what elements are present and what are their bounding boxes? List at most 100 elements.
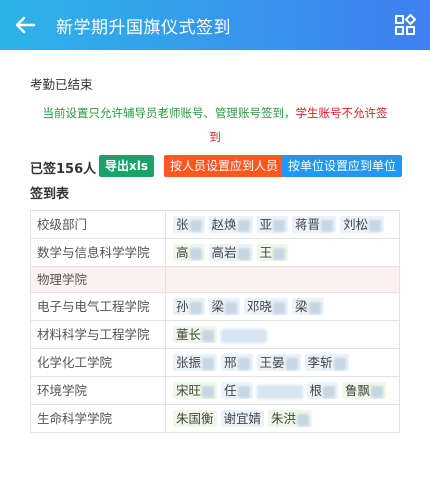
table-row: 材料科学与工程学院 董长 (30, 320, 400, 349)
person-name: 孙 (176, 299, 189, 314)
redacted-name (256, 384, 303, 399)
app-header: 新学期升国旗仪式签到 (0, 0, 430, 50)
person-name: 张 (176, 217, 189, 232)
set-expected-persons-button[interactable]: 按人员设置应到人员 (164, 155, 285, 177)
signin-table: 校级部门张 赵焕 亚 蒋晋 刘松数学与信息科学学院高 高岩 王物理学院 电子与电气工程学院孙 梁… (30, 210, 400, 433)
department-name: 校级部门 (30, 210, 166, 239)
person-name: 鲁飘 (345, 383, 371, 398)
redaction-blur (285, 357, 298, 370)
signin-notice: 当前设置只允许辅导员老师账号、管理账号签到，学生账号不允许签 到 (30, 101, 400, 149)
redacted-name (221, 328, 268, 343)
department-name: 材料科学与工程学院 (30, 320, 166, 349)
person-name: 赵焕 (211, 217, 237, 232)
person-name: 王 (259, 245, 273, 260)
person-name: 邢 (224, 355, 237, 370)
redaction-blur (323, 385, 336, 398)
table-row: 生命科学学院 朱国衡 谢宜婧 朱洪 (30, 404, 400, 433)
signed-person-chip: 张振 (173, 354, 218, 371)
signed-person-chip: 张 (173, 216, 205, 233)
signed-person-chip: 高 (173, 244, 205, 261)
redaction-blur (273, 301, 286, 314)
back-button[interactable] (12, 12, 38, 38)
signed-person-chip: 宋旺 (173, 382, 218, 399)
department-name: 数学与信息科学学院 (30, 238, 166, 267)
person-name: 王晏 (259, 355, 285, 370)
person-name: 李斩 (307, 355, 333, 370)
signed-person-chip: 谢宜婧 (220, 410, 265, 427)
person-name: 宋旺 (176, 383, 202, 398)
redaction-blur (225, 301, 238, 314)
department-name: 电子与电气工程学院 (30, 292, 166, 321)
table-row: 校级部门张 赵焕 亚 蒋晋 刘松 (30, 210, 400, 239)
notice-allowed: 当前设置只允许辅导员老师账号、管理账号签到， (42, 106, 296, 120)
signed-person-chip: 鲁飘 (342, 382, 387, 399)
signed-names-cell: 张 赵焕 亚 蒋晋 刘松 (165, 210, 400, 239)
table-row: 电子与电气工程学院孙 梁 邓晓 梁 (30, 292, 400, 321)
redaction-blur (189, 219, 202, 232)
person-name: 高 (176, 245, 189, 260)
person-name: 董长 (176, 327, 202, 342)
signed-person-chip: 梁 (292, 298, 324, 315)
menu-button[interactable] (394, 13, 417, 36)
set-expected-units-button[interactable]: 按单位设置应到单位 (282, 155, 403, 177)
arrow-left-icon (15, 16, 36, 34)
signed-person-chip: 亚 (256, 216, 289, 233)
signed-person-chip: 王晏 (256, 354, 301, 371)
signed-person-chip: 朱国衡 (173, 410, 217, 427)
redaction-blur (273, 219, 286, 232)
signed-person-chip: 高岩 (208, 244, 253, 261)
page-title: 新学期升国旗仪式签到 (56, 18, 231, 38)
table-row: 物理学院 (30, 266, 400, 293)
table-row: 数学与信息科学学院高 高岩 王 (30, 238, 400, 267)
person-name: 邓晓 (247, 299, 273, 314)
notice-forbidden: 学生账号不允许签 (295, 106, 388, 120)
attendance-status: 考勤已结束 (30, 77, 93, 92)
redaction-blur (189, 247, 202, 260)
redaction-blur (202, 385, 215, 398)
redaction-blur (321, 219, 334, 232)
redaction-blur (308, 301, 321, 314)
signed-names-cell: 张振 邢 王晏 李斩 (165, 348, 400, 377)
department-name: 物理学院 (30, 266, 166, 293)
redaction-blur (237, 247, 250, 260)
person-name: 朱洪 (271, 411, 297, 426)
redaction-blur (297, 413, 310, 426)
main-content: 考勤已结束 当前设置只允许辅导员老师账号、管理账号签到，学生账号不允许签 到 已… (0, 74, 430, 433)
signin-table-title: 签到表 (30, 187, 70, 202)
redaction-blur (189, 301, 202, 314)
signed-person-chip: 邓晓 (244, 298, 289, 315)
signed-names-cell: 朱国衡 谢宜婧 朱洪 (165, 404, 400, 433)
signed-names-cell (165, 266, 400, 293)
person-name: 梁 (295, 299, 308, 314)
person-name: 梁 (211, 299, 225, 314)
department-name: 生命科学学院 (30, 404, 166, 433)
department-name: 化学化工学院 (30, 348, 166, 377)
signed-names-cell: 高 高岩 王 (165, 238, 400, 267)
redaction-blur (202, 357, 215, 370)
signed-person-chip: 孙 (173, 298, 205, 315)
signed-person-chip: 李斩 (304, 354, 349, 371)
signed-person-chip: 邢 (221, 354, 253, 371)
redaction-blur (369, 219, 382, 232)
person-name: 刘松 (343, 217, 369, 232)
signed-person-chip: 朱洪 (268, 410, 313, 427)
signed-person-chip: 王 (256, 244, 289, 261)
person-name: 高岩 (211, 245, 237, 260)
person-name: 任 (224, 383, 237, 398)
signed-person-chip: 刘松 (340, 216, 385, 233)
notice-forbidden-end: 到 (209, 130, 221, 144)
signed-names-cell: 孙 梁 邓晓 梁 (165, 292, 400, 321)
export-xls-button[interactable]: 导出xls (99, 155, 154, 177)
redaction-blur (237, 219, 250, 232)
table-row: 化学化工学院 张振 邢 王晏 李斩 (30, 348, 400, 377)
signed-person-chip: 赵焕 (208, 216, 253, 233)
redaction-blur (333, 357, 346, 370)
redaction-blur (237, 385, 250, 398)
person-name: 根 (309, 383, 323, 398)
summary-bar: 已签156人 导出xls 按人员设置应到人员 按单位设置应到单位 (30, 155, 403, 179)
signed-names-cell: 董长 (165, 320, 400, 349)
redaction-blur (237, 357, 250, 370)
redaction-blur (273, 247, 286, 260)
signed-person-chip: 蒋晋 (292, 216, 337, 233)
grid-menu-icon (395, 13, 417, 35)
